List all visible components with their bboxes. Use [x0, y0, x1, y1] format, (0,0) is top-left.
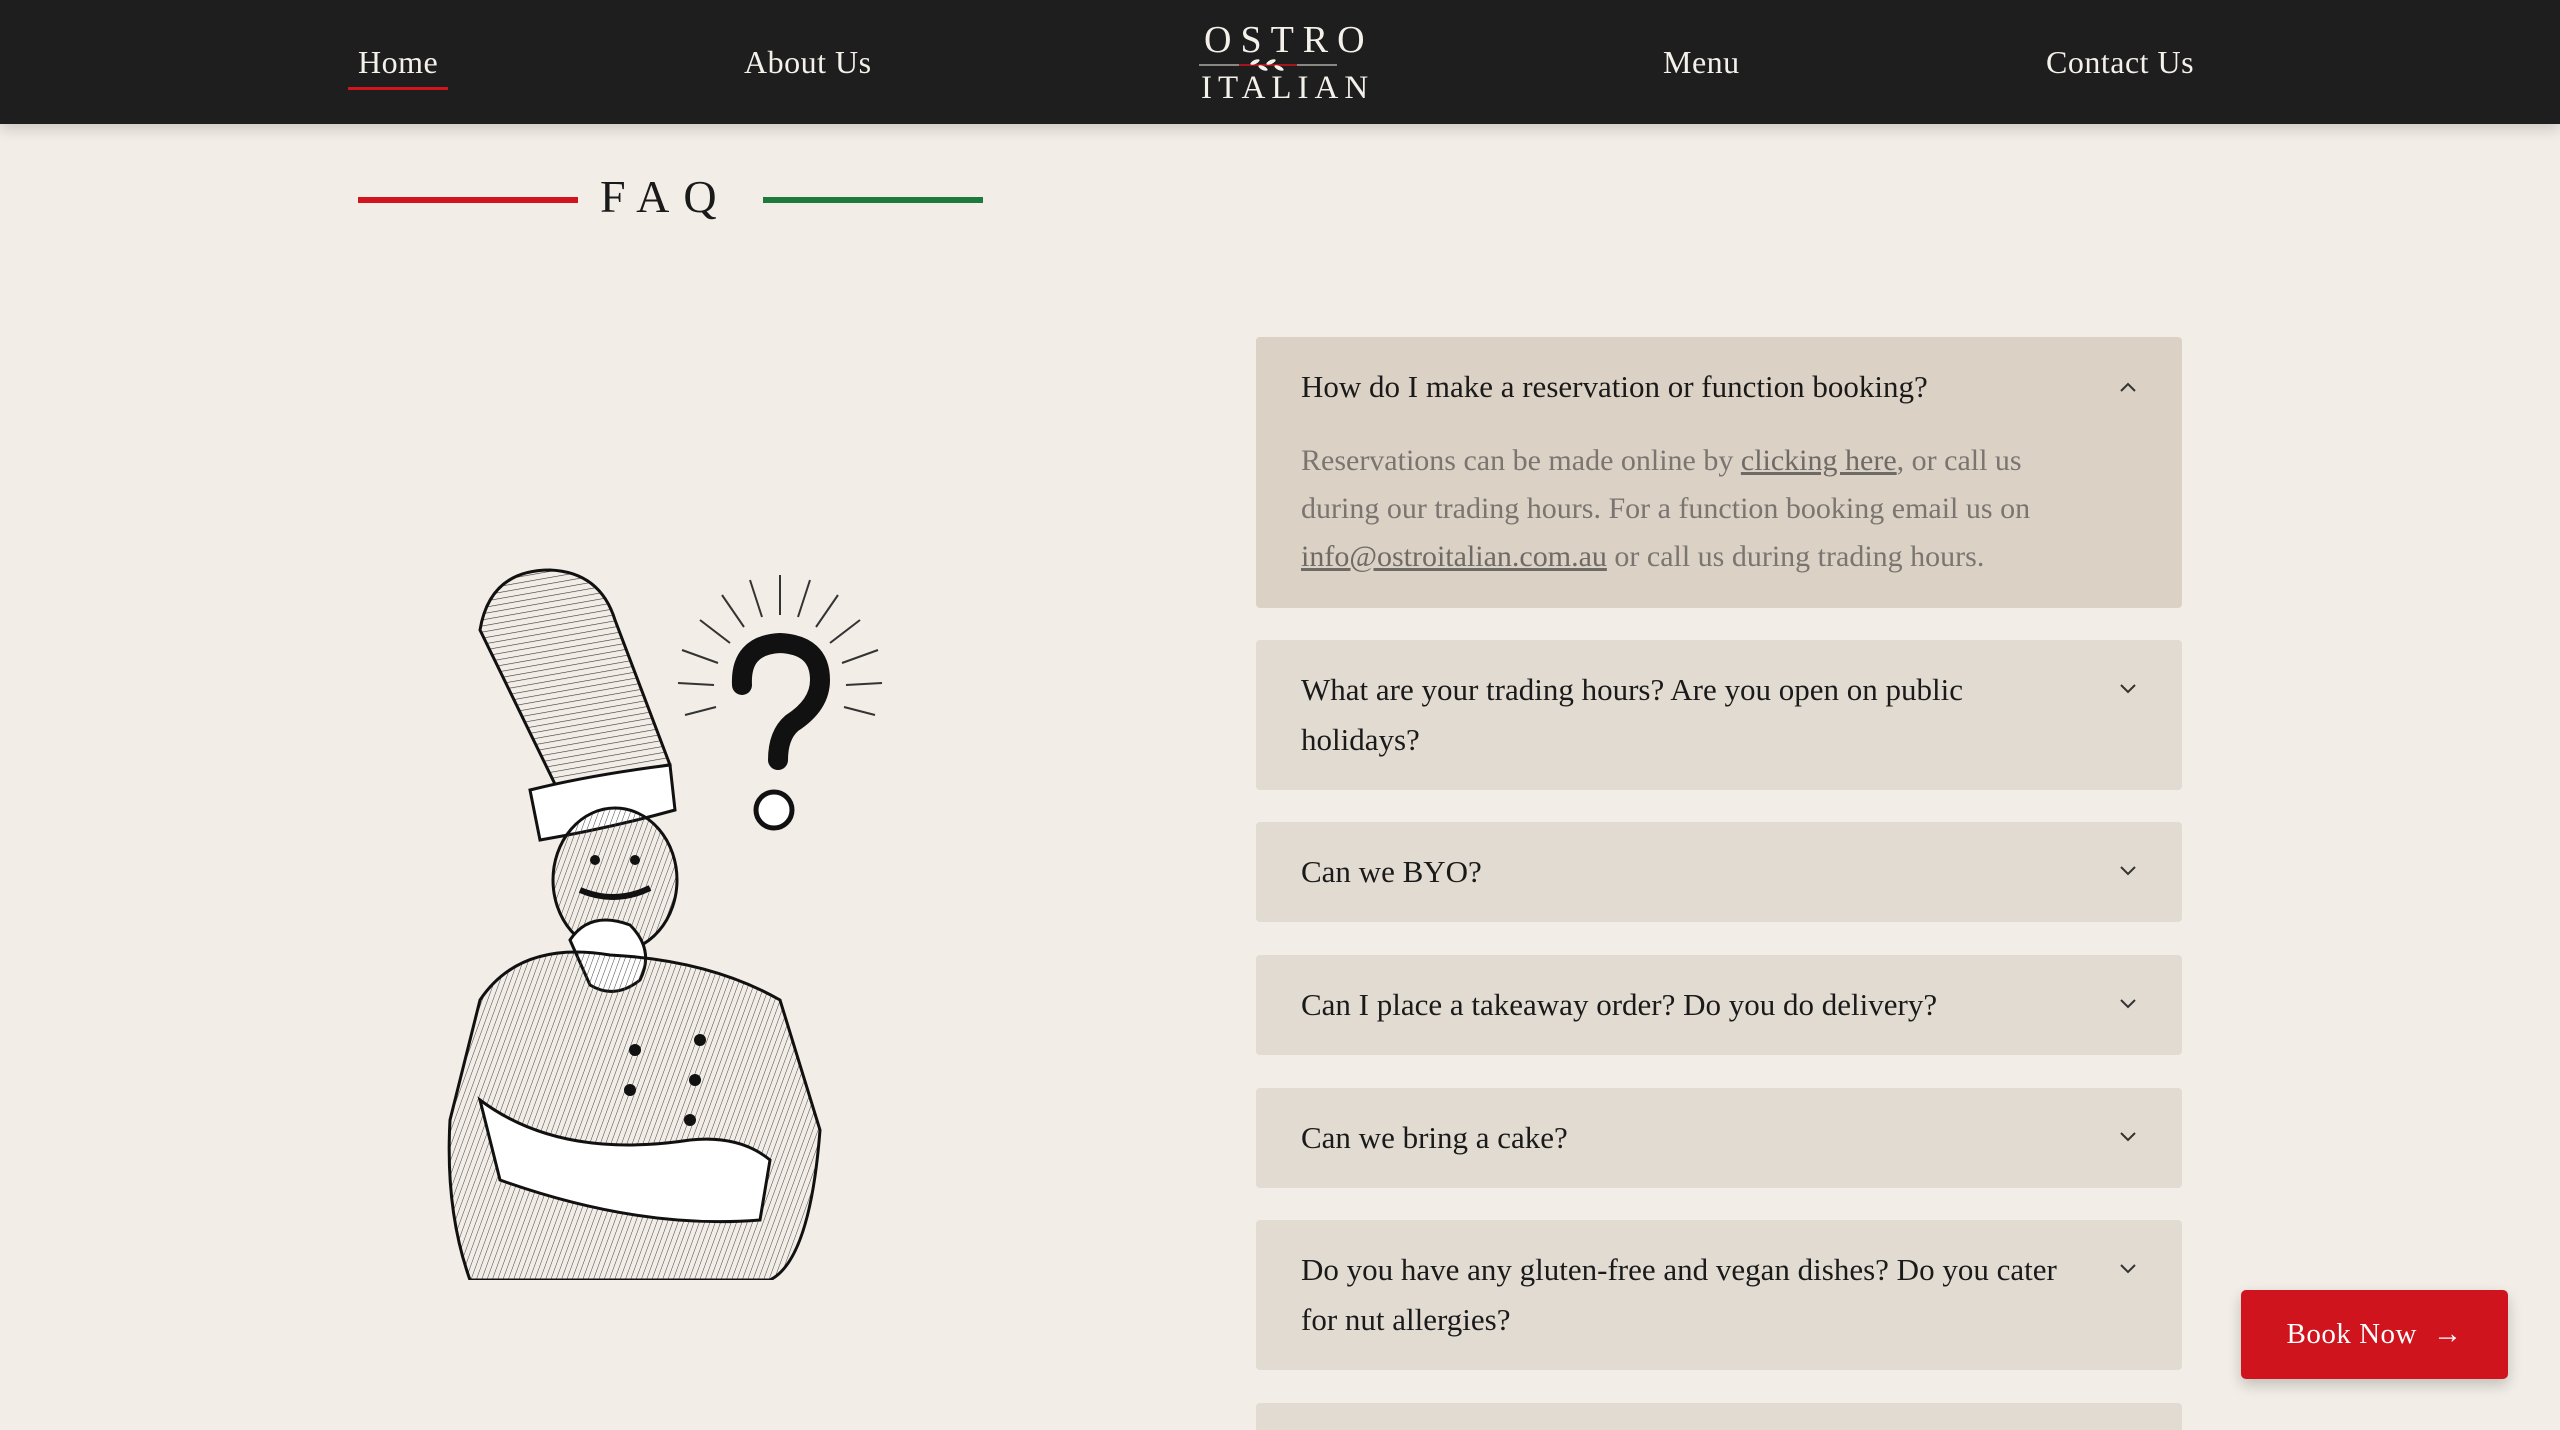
faq-question[interactable]: Can we bring a cake? [1301, 1113, 2081, 1163]
nav-link-home[interactable]: Home [347, 0, 449, 124]
olive-branch-icon [1199, 59, 1337, 71]
faq-item[interactable]: What are your trading hours? Are you ope… [1256, 640, 2182, 790]
answer-text: or call us during trading hours. [1606, 540, 1985, 573]
faq-answer: Reservations can be made online by click… [1301, 437, 2081, 581]
faq-item[interactable]: Can I place a takeaway order? Do you do … [1256, 955, 2182, 1055]
chevron-down-icon[interactable] [2118, 1126, 2138, 1146]
faq-item-partial[interactable] [1256, 1403, 2182, 1430]
faq-question[interactable]: Can we BYO? [1301, 847, 2081, 897]
top-navigation: Home About Us OSTRO ITALIAN Menu Contact… [0, 0, 2560, 124]
faq-question[interactable]: Can I place a takeaway order? Do you do … [1301, 980, 2081, 1030]
ostro-italian-logo[interactable]: OSTRO ITALIAN [1195, 19, 1375, 106]
faq-question[interactable]: What are your trading hours? Are you ope… [1301, 665, 2081, 765]
faq-item[interactable]: Can we bring a cake? [1256, 1088, 2182, 1188]
arrow-right-icon: → [2432, 1318, 2463, 1350]
chevron-down-icon[interactable] [2118, 1258, 2138, 1278]
question-mark-icon [677, 575, 883, 831]
booking-link[interactable]: clicking here [1741, 444, 1897, 477]
email-link[interactable]: info@ostroitalian.com.au [1301, 540, 1607, 573]
faq-item[interactable]: How do I make a reservation or function … [1256, 337, 2182, 608]
faq-heading-red-line [358, 197, 578, 203]
nav-link-contact-us[interactable]: Contact Us [2046, 0, 2194, 124]
answer-text: Reservations can be made online by [1301, 444, 1741, 477]
logo-line-ostro: OSTRO [1204, 19, 1374, 61]
faq-question[interactable]: How do I make a reservation or function … [1301, 362, 2081, 412]
nav-link-about-us[interactable]: About Us [744, 0, 872, 124]
faq-item[interactable]: Do you have any gluten-free and vegan di… [1256, 1220, 2182, 1370]
faq-heading: FAQ [600, 171, 731, 222]
book-now-button[interactable]: Book Now → [2241, 1290, 2508, 1379]
chevron-down-icon[interactable] [2118, 678, 2138, 698]
faq-item[interactable]: Can we BYO? [1256, 822, 2182, 922]
chevron-down-icon[interactable] [2118, 860, 2138, 880]
logo-line-italian: ITALIAN [1201, 70, 1375, 106]
chevron-down-icon[interactable] [2118, 993, 2138, 1013]
faq-heading-green-line [763, 197, 983, 203]
chevron-up-icon[interactable] [2118, 377, 2138, 397]
faq-question[interactable]: Do you have any gluten-free and vegan di… [1301, 1245, 2081, 1345]
nav-link-menu[interactable]: Menu [1663, 0, 1740, 124]
book-now-label: Book Now [2286, 1318, 2417, 1350]
